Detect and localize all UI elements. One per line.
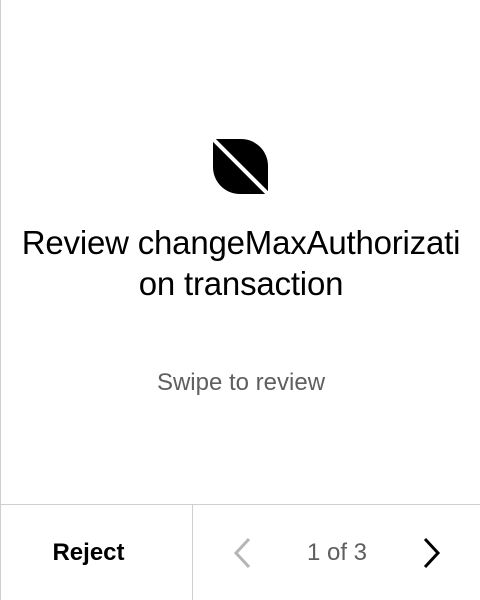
reject-button[interactable]: Reject	[1, 505, 193, 600]
page-navigation: 1 of 3	[193, 505, 480, 600]
review-screen: Review changeMaxAuthorization transactio…	[0, 0, 480, 600]
review-content[interactable]: Review changeMaxAuthorization transactio…	[1, 0, 480, 504]
chevron-left-icon[interactable]	[231, 535, 255, 571]
app-logo-icon	[212, 138, 269, 195]
swipe-hint: Swipe to review	[156, 369, 326, 396]
footer-bar: Reject 1 of 3	[1, 504, 480, 600]
page-indicator: 1 of 3	[306, 539, 368, 566]
chevron-right-icon[interactable]	[419, 535, 443, 571]
review-title: Review changeMaxAuthorization transactio…	[21, 224, 461, 302]
